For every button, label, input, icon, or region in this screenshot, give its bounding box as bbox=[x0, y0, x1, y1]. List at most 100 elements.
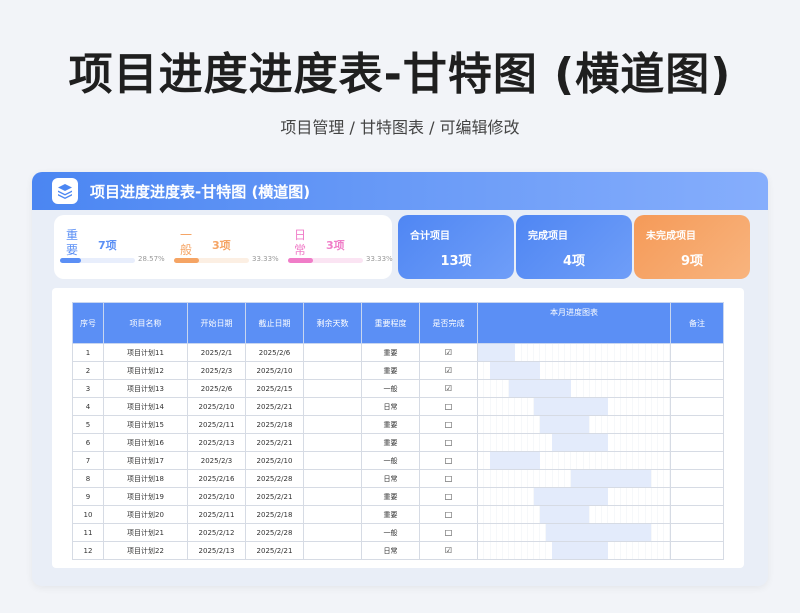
header-level: 重要程度 bbox=[361, 302, 420, 344]
cell-done[interactable]: ☑ bbox=[419, 541, 478, 560]
gantt-cell bbox=[477, 541, 671, 560]
cell-no: 1 bbox=[72, 343, 104, 362]
cell-done[interactable]: ☑ bbox=[419, 361, 478, 380]
cell-remark bbox=[670, 487, 724, 506]
summary-value: 9项 bbox=[680, 254, 704, 269]
importance-percent: 33.33% bbox=[366, 255, 393, 263]
table-panel: 序号 项目名称 开始日期 截止日期 剩余天数 重要程度 是否完成 本月进度图表 … bbox=[52, 288, 744, 568]
cell-remark bbox=[670, 433, 724, 452]
cell-level: 重要 bbox=[361, 361, 420, 380]
cell-name: 项目计划14 bbox=[103, 397, 188, 416]
cell-done[interactable]: □ bbox=[419, 505, 478, 524]
cell-start: 2025/2/12 bbox=[187, 523, 246, 542]
cell-start: 2025/2/10 bbox=[187, 397, 246, 416]
table-row: 2 项目计划12 2025/2/3 2025/2/10 重要 ☑ bbox=[72, 361, 724, 380]
cell-level: 日常 bbox=[361, 541, 420, 560]
table-row: 10 项目计划20 2025/2/11 2025/2/18 重要 □ bbox=[72, 505, 724, 524]
cell-remaining bbox=[303, 397, 362, 416]
cell-remaining bbox=[303, 541, 362, 560]
project-table: 序号 项目名称 开始日期 截止日期 剩余天数 重要程度 是否完成 本月进度图表 … bbox=[72, 302, 724, 560]
cell-done[interactable]: ☑ bbox=[419, 379, 478, 398]
cell-level: 日常 bbox=[361, 397, 420, 416]
cell-end: 2025/2/21 bbox=[245, 541, 304, 560]
summary-completed-card: 完成项目 4项 bbox=[516, 215, 632, 279]
table-row: 7 项目计划17 2025/2/3 2025/2/10 一般 □ bbox=[72, 451, 724, 470]
header-done: 是否完成 bbox=[419, 302, 478, 344]
cell-name: 项目计划21 bbox=[103, 523, 188, 542]
importance-percent: 28.57% bbox=[138, 255, 165, 263]
header-start: 开始日期 bbox=[187, 302, 246, 344]
cell-done[interactable]: □ bbox=[419, 487, 478, 506]
importance-item-normal: 一般 3项 33.33% bbox=[168, 215, 280, 279]
cell-level: 一般 bbox=[361, 379, 420, 398]
gantt-cell bbox=[477, 469, 671, 488]
cell-done[interactable]: □ bbox=[419, 523, 478, 542]
cell-level: 日常 bbox=[361, 469, 420, 488]
gantt-cell bbox=[477, 505, 671, 524]
gantt-cell bbox=[477, 487, 671, 506]
importance-stats: 重要 7项 28.57% 一般 3项 33.33% 日常 3项 33.33% bbox=[54, 215, 393, 279]
summary-value: 13项 bbox=[440, 254, 472, 269]
table-row: 5 项目计划15 2025/2/11 2025/2/18 重要 □ bbox=[72, 415, 724, 434]
cell-done[interactable]: □ bbox=[419, 415, 478, 434]
cell-start: 2025/2/13 bbox=[187, 433, 246, 452]
card-header: 项目进度进度表-甘特图 (横道图) bbox=[32, 172, 768, 210]
cell-remark bbox=[670, 523, 724, 542]
cell-name: 项目计划15 bbox=[103, 415, 188, 434]
cell-start: 2025/2/13 bbox=[187, 541, 246, 560]
cell-end: 2025/2/10 bbox=[245, 361, 304, 380]
cell-done[interactable]: □ bbox=[419, 469, 478, 488]
cell-name: 项目计划20 bbox=[103, 505, 188, 524]
gantt-bar bbox=[490, 452, 540, 469]
cell-start: 2025/2/1 bbox=[187, 343, 246, 362]
cell-end: 2025/2/21 bbox=[245, 397, 304, 416]
gantt-cell bbox=[477, 451, 671, 470]
cell-end: 2025/2/28 bbox=[245, 469, 304, 488]
cell-level: 重要 bbox=[361, 415, 420, 434]
cell-no: 7 bbox=[72, 451, 104, 470]
cell-remark bbox=[670, 541, 724, 560]
cell-remaining bbox=[303, 469, 362, 488]
cell-name: 项目计划13 bbox=[103, 379, 188, 398]
gantt-cell bbox=[477, 523, 671, 542]
cell-end: 2025/2/18 bbox=[245, 415, 304, 434]
gantt-bar bbox=[552, 434, 609, 451]
summary-label: 完成项目 bbox=[528, 231, 568, 242]
header-remark: 备注 bbox=[670, 302, 724, 344]
cell-done[interactable]: □ bbox=[419, 451, 478, 470]
gantt-bar bbox=[508, 380, 571, 397]
importance-percent: 33.33% bbox=[252, 255, 279, 263]
importance-item-important: 重要 7项 28.57% bbox=[54, 215, 166, 279]
cell-no: 8 bbox=[72, 469, 104, 488]
gantt-cell bbox=[477, 415, 671, 434]
cell-no: 2 bbox=[72, 361, 104, 380]
gantt-bar bbox=[533, 488, 609, 505]
importance-count: 7项 bbox=[98, 239, 117, 252]
cell-remark bbox=[670, 469, 724, 488]
cell-no: 4 bbox=[72, 397, 104, 416]
gantt-grid bbox=[478, 380, 670, 397]
table-row: 4 项目计划14 2025/2/10 2025/2/21 日常 □ bbox=[72, 397, 724, 416]
cell-name: 项目计划17 bbox=[103, 451, 188, 470]
gantt-cell bbox=[477, 343, 671, 362]
importance-count: 3项 bbox=[326, 239, 345, 252]
importance-progress-bar bbox=[288, 258, 363, 263]
cell-start: 2025/2/11 bbox=[187, 415, 246, 434]
layers-icon bbox=[52, 178, 78, 204]
cell-level: 重要 bbox=[361, 343, 420, 362]
cell-name: 项目计划18 bbox=[103, 469, 188, 488]
table-row: 3 项目计划13 2025/2/6 2025/2/15 一般 ☑ bbox=[72, 379, 724, 398]
cell-done[interactable]: □ bbox=[419, 397, 478, 416]
gantt-cell bbox=[477, 397, 671, 416]
cell-done[interactable]: ☑ bbox=[419, 343, 478, 362]
cell-done[interactable]: □ bbox=[419, 433, 478, 452]
cell-no: 11 bbox=[72, 523, 104, 542]
cell-remark bbox=[670, 505, 724, 524]
table-row: 1 项目计划11 2025/2/1 2025/2/6 重要 ☑ bbox=[72, 343, 724, 362]
cell-remaining bbox=[303, 361, 362, 380]
header-gantt: 本月进度图表 bbox=[477, 302, 671, 344]
cell-no: 12 bbox=[72, 541, 104, 560]
cell-name: 项目计划19 bbox=[103, 487, 188, 506]
cell-remark bbox=[670, 451, 724, 470]
table-row: 12 项目计划22 2025/2/13 2025/2/21 日常 ☑ bbox=[72, 541, 724, 560]
